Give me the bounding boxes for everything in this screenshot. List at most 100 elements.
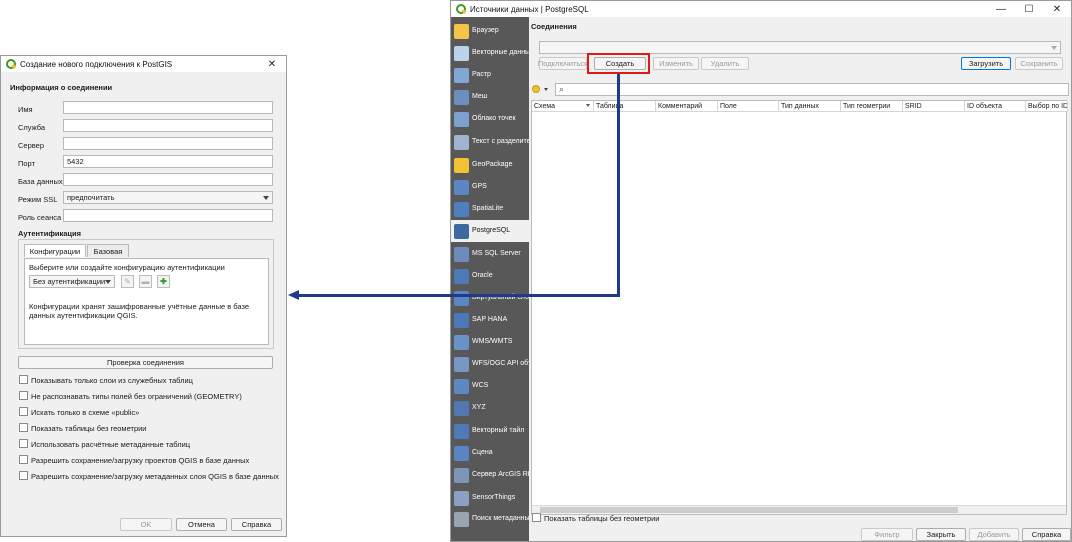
sidebar-item-wms[interactable]: WMS/WMTS bbox=[451, 331, 529, 353]
checkbox-tables-no-geometry[interactable] bbox=[19, 423, 28, 432]
sidebar-item-spatialite[interactable]: SpatiaLite bbox=[451, 198, 529, 220]
sidebar-item-virtual-layer[interactable]: Виртуальный слой bbox=[451, 287, 533, 309]
remove-config-button[interactable]: ▬ bbox=[139, 275, 152, 288]
checkbox-public-only[interactable] bbox=[19, 407, 28, 416]
dialog-close-button[interactable]: ✕ bbox=[258, 56, 286, 72]
column-header-geometry-type[interactable]: Тип геометрии bbox=[841, 101, 903, 112]
tab-basic[interactable]: Базовая bbox=[87, 244, 129, 257]
sidebar-item-oracle[interactable]: Oracle bbox=[451, 265, 529, 287]
ok-button[interactable]: OK bbox=[120, 518, 172, 531]
sidebar-item-label: GeoPackage bbox=[472, 161, 513, 168]
show-no-geometry-checkbox[interactable] bbox=[532, 513, 541, 522]
ssl-mode-select[interactable]: предпочитать bbox=[63, 191, 273, 204]
add-config-button[interactable]: ✚ bbox=[157, 275, 170, 288]
sidebar-item-point-cloud[interactable]: Облако точек bbox=[451, 108, 529, 130]
sidebar-item-vector-tile[interactable]: Векторный тайл bbox=[451, 420, 529, 442]
sidebar-item-sensorthings[interactable]: SensorThings bbox=[451, 487, 529, 509]
checkbox-allow-layer-metadata[interactable] bbox=[19, 471, 28, 480]
sidebar-item-mesh[interactable]: Меш bbox=[451, 86, 529, 108]
sidebar-item-mssql[interactable]: MS SQL Server bbox=[451, 243, 529, 265]
filter-bulb-icon[interactable] bbox=[532, 85, 540, 93]
remove-button[interactable]: Удалить bbox=[701, 57, 749, 70]
sidebar-item-label: Браузер bbox=[472, 27, 499, 34]
sidebar-item-label: Сцена bbox=[472, 449, 493, 456]
help-button[interactable]: Справка bbox=[1022, 528, 1071, 541]
minimize-button[interactable]: — bbox=[987, 1, 1015, 17]
sidebar-item-vector[interactable]: Векторные данные bbox=[451, 42, 534, 64]
arrow-head-icon bbox=[288, 290, 299, 300]
column-header-field[interactable]: Поле bbox=[718, 101, 779, 112]
database-field[interactable] bbox=[63, 173, 273, 186]
column-label: Схема bbox=[534, 102, 556, 110]
filter-button[interactable]: Фильтр bbox=[861, 528, 913, 541]
help-button[interactable]: Справка bbox=[231, 518, 282, 531]
auth-tab-pane: Выберите или создайте конфигурацию аутен… bbox=[24, 258, 269, 345]
checkbox-label: Показать таблицы без геометрии bbox=[31, 424, 147, 433]
checkbox-estimated-metadata[interactable] bbox=[19, 439, 28, 448]
sidebar-item-csv[interactable]: Текст с разделителями bbox=[451, 131, 547, 153]
sidebar-item-label: SensorThings bbox=[472, 494, 516, 501]
sidebar-item-gps[interactable]: GPS bbox=[451, 176, 529, 198]
column-header-table[interactable]: Таблица bbox=[594, 101, 656, 112]
connect-button[interactable]: Подключиться bbox=[538, 57, 588, 70]
sidebar-item-metadata-search[interactable]: Поиск метаданных bbox=[451, 508, 533, 530]
column-header-data-type[interactable]: Тип данных bbox=[779, 101, 841, 112]
main-title: Источники данных | PostgreSQL bbox=[470, 4, 589, 14]
load-button[interactable]: Загрузить bbox=[961, 57, 1011, 70]
checkbox-dont-resolve-types[interactable] bbox=[19, 391, 28, 400]
close-button[interactable]: Закрыть bbox=[916, 528, 966, 541]
edit-config-button[interactable]: ✎ bbox=[121, 275, 134, 288]
data-source-manager-window: Источники данных | PostgreSQL — ☐ ✕ Брау… bbox=[450, 0, 1072, 542]
sidebar-item-xyz[interactable]: XYZ bbox=[451, 397, 529, 419]
sidebar-item-geopackage[interactable]: GeoPackage bbox=[451, 154, 529, 176]
edit-button[interactable]: Изменить bbox=[653, 57, 699, 70]
sidebar-item-wfs[interactable]: WFS/OGC API объекты bbox=[451, 353, 548, 375]
connection-info-title: Информация о соединении bbox=[10, 83, 113, 92]
sensorthings-icon bbox=[454, 490, 469, 506]
port-field[interactable]: 5432 bbox=[63, 155, 273, 168]
sidebar-item-arcgis[interactable]: Сервер ArcGIS REST bbox=[451, 464, 541, 486]
postgresql-panel: Соединения Подключиться Создать Изменить… bbox=[529, 17, 1071, 541]
checkbox-only-service-tables[interactable] bbox=[19, 375, 28, 384]
sidebar-item-scene[interactable]: Сцена bbox=[451, 442, 529, 464]
service-label: Служба bbox=[18, 123, 46, 132]
sidebar-item-folder[interactable]: Браузер bbox=[451, 20, 529, 42]
test-connection-button[interactable]: Проверка соединения bbox=[18, 356, 273, 369]
sidebar-item-label: SpatiaLite bbox=[472, 205, 504, 212]
dialog-title: Создание нового подключения к PostGIS bbox=[20, 59, 173, 69]
add-button[interactable]: Добавить bbox=[969, 528, 1019, 541]
sidebar-item-postgresql[interactable]: PostgreSQL bbox=[451, 220, 529, 242]
sidebar-item-wcs[interactable]: WCS bbox=[451, 375, 529, 397]
qgis-logo-icon bbox=[6, 59, 16, 69]
maximize-button[interactable]: ☐ bbox=[1015, 1, 1043, 17]
host-label: Сервер bbox=[18, 141, 45, 150]
column-header-srid[interactable]: SRID bbox=[903, 101, 965, 112]
name-field[interactable] bbox=[63, 101, 273, 114]
column-header-comment[interactable]: Комментарий bbox=[656, 101, 718, 112]
sidebar-item-raster[interactable]: Растр bbox=[451, 64, 529, 86]
host-field[interactable] bbox=[63, 137, 273, 150]
column-header-feature-id[interactable]: ID объекта bbox=[965, 101, 1026, 112]
sidebar-item-label: Облако точек bbox=[472, 115, 516, 122]
save-button[interactable]: Сохранить bbox=[1015, 57, 1063, 70]
vector-tile-icon bbox=[454, 423, 469, 439]
tables-view[interactable]: Схема Таблица Комментарий Поле Тип данны… bbox=[531, 100, 1068, 515]
checkbox-allow-projects[interactable] bbox=[19, 455, 28, 464]
scrollbar-thumb[interactable] bbox=[540, 507, 958, 513]
auth-config-select[interactable]: Без аутентификации bbox=[29, 275, 115, 288]
search-input[interactable]: ⌕ bbox=[555, 83, 1069, 96]
session-role-field[interactable] bbox=[63, 209, 273, 222]
column-header-select-by-id[interactable]: Выбор по ID bbox=[1026, 101, 1068, 112]
checkbox-label: Разрешить сохранение/загрузку проектов Q… bbox=[31, 456, 250, 465]
horizontal-scrollbar[interactable] bbox=[532, 505, 1066, 514]
wfs-icon bbox=[454, 356, 469, 372]
sidebar-item-label: Растр bbox=[472, 71, 491, 78]
window-close-button[interactable]: ✕ bbox=[1043, 1, 1071, 17]
tab-configurations[interactable]: Конфигурации bbox=[24, 244, 86, 257]
cancel-button[interactable]: Отмена bbox=[176, 518, 227, 531]
checkbox-label: Искать только в схеме «public» bbox=[31, 408, 140, 417]
sidebar-item-sap-hana[interactable]: SAP HANA bbox=[451, 309, 529, 331]
provider-sidebar: Браузер Векторные данные Растр Меш Облако то… bbox=[451, 17, 548, 541]
column-header-schema[interactable]: Схема bbox=[532, 101, 594, 112]
service-field[interactable] bbox=[63, 119, 273, 132]
